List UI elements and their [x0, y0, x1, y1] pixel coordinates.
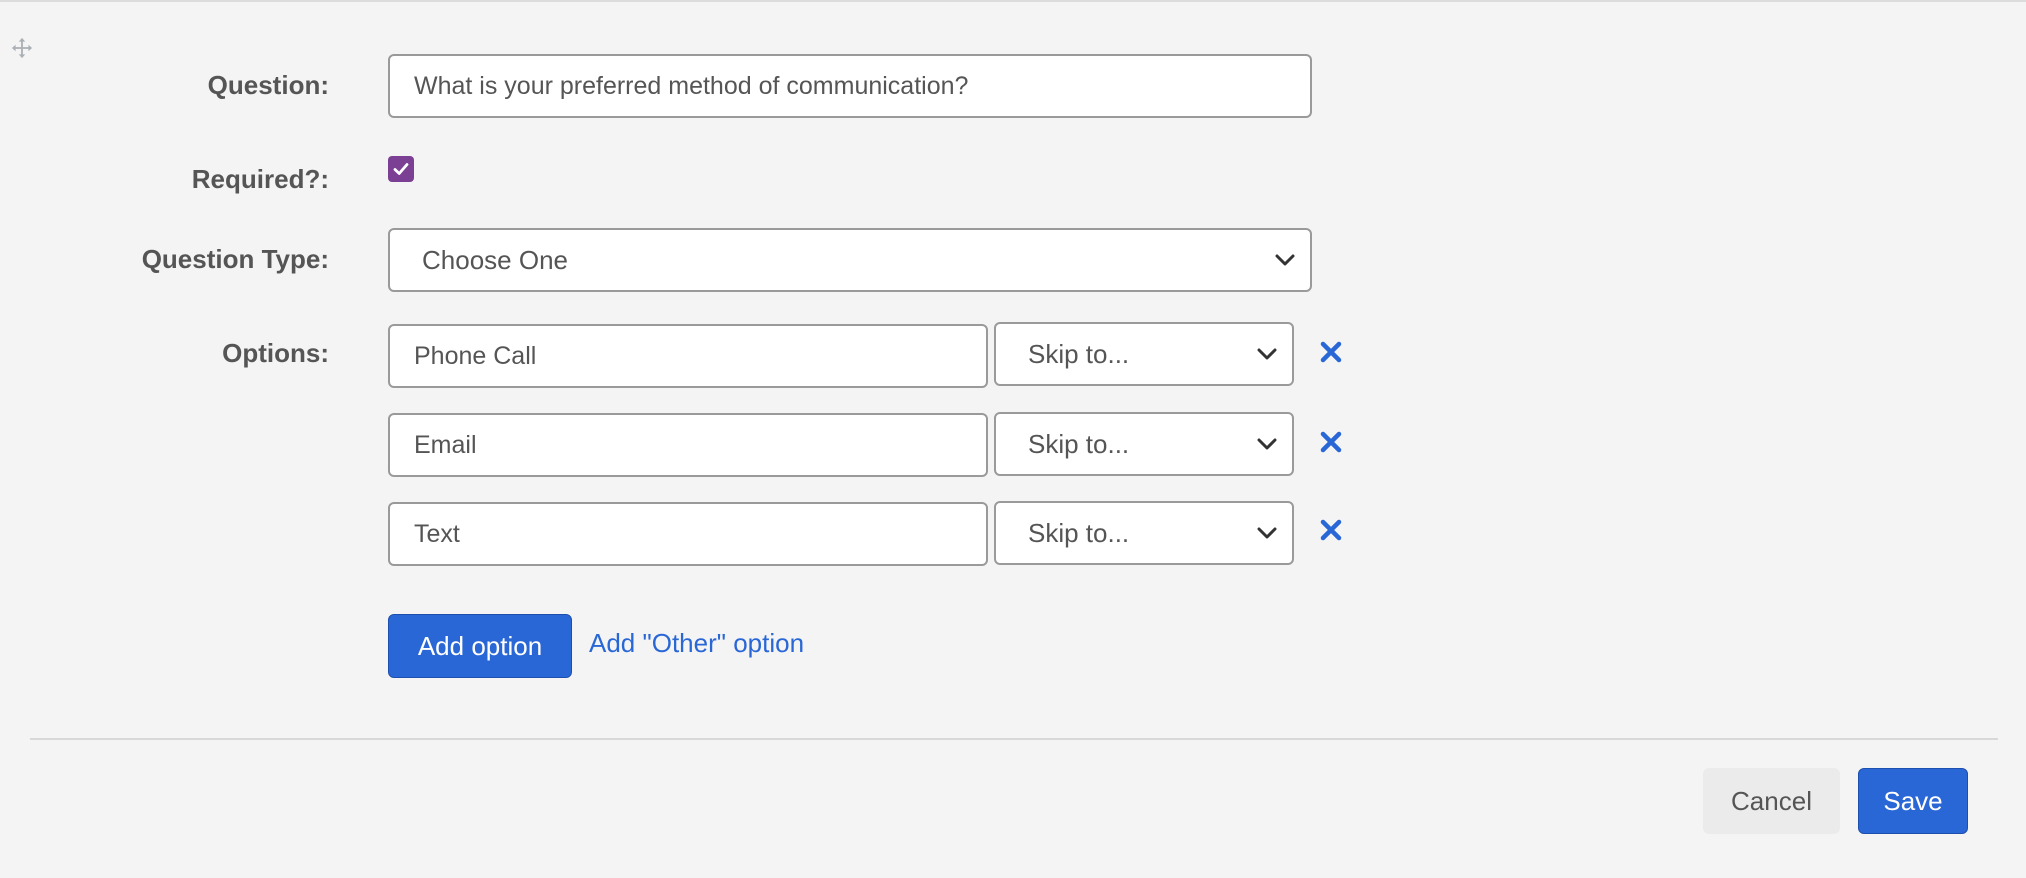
question-type-value: Choose One	[422, 244, 568, 275]
option-skip-value-1: Skip to...	[1028, 338, 1130, 369]
add-other-option-link[interactable]: Add "Other" option	[589, 628, 804, 659]
chevron-down-icon	[1256, 526, 1278, 540]
add-option-button[interactable]: Add option	[388, 614, 572, 678]
required-label: Required?:	[191, 164, 329, 194]
save-button[interactable]: Save	[1858, 768, 1968, 834]
option-skip-select-1[interactable]: Skip to...	[994, 322, 1294, 386]
remove-option-icon-1[interactable]	[1319, 340, 1343, 364]
options-label: Options:	[222, 338, 329, 368]
required-checkbox[interactable]	[388, 156, 414, 182]
remove-option-icon-2[interactable]	[1319, 430, 1343, 454]
checkmark-icon	[393, 163, 409, 175]
top-border	[0, 0, 2026, 2]
move-arrows-icon[interactable]	[11, 37, 33, 59]
option-skip-select-3[interactable]: Skip to...	[994, 501, 1294, 565]
chevron-down-icon	[1256, 437, 1278, 451]
question-type-label: Question Type:	[141, 244, 329, 274]
footer-divider	[30, 738, 1998, 740]
option-skip-value-2: Skip to...	[1028, 428, 1130, 459]
option-input-2[interactable]	[388, 413, 988, 477]
option-input-3[interactable]	[388, 502, 988, 566]
question-input[interactable]	[388, 54, 1312, 118]
question-label: Question:	[207, 70, 329, 100]
cancel-button[interactable]: Cancel	[1703, 768, 1840, 834]
option-input-1[interactable]	[388, 324, 988, 388]
option-skip-value-3: Skip to...	[1028, 517, 1130, 548]
chevron-down-icon	[1274, 253, 1296, 267]
question-type-select[interactable]: Choose One	[388, 228, 1312, 292]
option-skip-select-2[interactable]: Skip to...	[994, 412, 1294, 476]
remove-option-icon-3[interactable]	[1319, 518, 1343, 542]
chevron-down-icon	[1256, 347, 1278, 361]
